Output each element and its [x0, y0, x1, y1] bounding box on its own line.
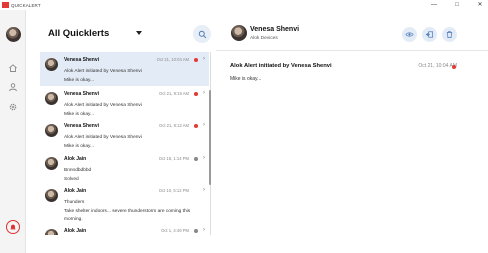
list-item[interactable]: Alok Jain Oct 1, 4:49 PM ›: [40, 223, 209, 235]
list-item-name: Venesa Shenvi: [64, 57, 100, 63]
list-item-preview: Mike is okay...: [64, 112, 95, 117]
list-item-time: Oct 21, 9:19 AM: [158, 91, 189, 96]
detail-group-name: Alok Devices: [250, 36, 278, 41]
list-item-subject: Bnnndbdbbd: [64, 168, 92, 173]
list-item-name: Alok Jain: [64, 188, 87, 194]
avatar: [45, 124, 58, 137]
list-item[interactable]: Venesa Shenvi Oct 21, 9:19 AM › Alok Ale…: [40, 86, 209, 120]
unread-dot: [194, 124, 198, 128]
status-dot: [194, 229, 198, 233]
list-item-time: Oct 21, 10:04 AM: [156, 57, 189, 62]
eye-icon: [405, 32, 414, 37]
minimize-button[interactable]: —: [430, 0, 438, 10]
unread-dot: [194, 92, 198, 96]
unread-dot: [194, 58, 198, 62]
chevron-right-icon: ›: [203, 227, 205, 233]
alert-button[interactable]: [6, 220, 20, 234]
close-button[interactable]: ✕: [476, 0, 484, 10]
list-item-name: Venesa Shenvi: [64, 123, 100, 129]
list-item[interactable]: Venesa Shenvi Oct 21, 10:04 AM › Alok Al…: [40, 52, 209, 86]
chevron-down-icon[interactable]: [136, 31, 142, 35]
user-icon[interactable]: [8, 82, 18, 92]
left-nav-rail: [0, 10, 26, 253]
unread-dot: [452, 65, 456, 69]
chevron-right-icon: ›: [203, 56, 205, 62]
status-dot: [194, 157, 198, 161]
search-button[interactable]: [193, 25, 211, 43]
list-item-subject: Alok Alert initiated by Venesa Shenvi: [64, 103, 142, 108]
avatar: [45, 189, 58, 202]
user-avatar[interactable]: [6, 27, 21, 42]
list-item[interactable]: Alok Jain Oct 10, 5:12 PM › Thunders Tak…: [40, 183, 209, 223]
list-item-preview: Take shelter indoors... severe thunderst…: [64, 209, 191, 214]
gear-icon[interactable]: [8, 102, 18, 112]
list-item-name: Venesa Shenvi: [64, 91, 100, 97]
list-item-preview: Mike is okay...: [64, 144, 95, 149]
list-item-time: Oct 1, 4:49 PM: [161, 228, 189, 233]
list-item-name: Alok Jain: [64, 228, 87, 234]
list-item-time: Oct 10, 5:12 PM: [158, 188, 189, 193]
list-item-time: Oct 18, 1:14 PM: [158, 156, 189, 161]
list-item-preview-cont: morning.: [64, 217, 83, 222]
title-bar: QUICKALERT — □ ✕: [0, 0, 488, 10]
search-icon: [198, 30, 206, 38]
app-title: QUICKALERT: [11, 2, 41, 8]
detail-avatar: [231, 25, 247, 41]
list-item-subject: Thunders: [64, 200, 85, 205]
avatar: [45, 157, 58, 170]
list-item-preview: Solved: [64, 177, 79, 182]
detail-message-title: Alok Alert initiated by Venesa Shenvi: [230, 63, 332, 69]
avatar: [45, 58, 58, 71]
list-header: All Quicklerts: [26, 10, 216, 52]
detail-message-body: Mike is okay...: [230, 76, 262, 82]
reply-icon: [425, 31, 434, 38]
detail-panel: Venesa Shenvi Alok Devices Alok Alert in…: [216, 10, 488, 253]
chevron-right-icon: ›: [203, 155, 205, 161]
delete-button[interactable]: [442, 27, 457, 42]
chevron-right-icon: ›: [203, 187, 205, 193]
list-item[interactable]: Alok Jain Oct 18, 1:14 PM › Bnnndbdbbd S…: [40, 151, 209, 185]
chevron-right-icon: ›: [203, 90, 205, 96]
view-button[interactable]: [402, 27, 417, 42]
list-scrollbar[interactable]: [209, 90, 211, 185]
detail-divider: [216, 50, 488, 51]
list-item[interactable]: Venesa Shenvi Oct 21, 8:12 AM › Alok Ale…: [40, 118, 209, 152]
chevron-right-icon: ›: [203, 122, 205, 128]
alert-list: Venesa Shenvi Oct 21, 10:04 AM › Alok Al…: [40, 52, 211, 235]
trash-icon: [446, 31, 453, 39]
list-item-time: Oct 21, 8:12 AM: [158, 123, 189, 128]
home-icon[interactable]: [8, 63, 18, 73]
detail-sender-name: Venesa Shenvi: [250, 26, 300, 33]
app-window: QUICKALERT — □ ✕ All Quicklerts Venesa S…: [0, 0, 488, 253]
app-logo: [2, 2, 9, 8]
window-controls: — □ ✕: [430, 0, 484, 10]
alert-bell-icon: [10, 224, 16, 230]
list-title: All Quicklerts: [48, 28, 110, 39]
reply-button[interactable]: [422, 27, 437, 42]
list-item-preview: Mike is okay...: [64, 78, 95, 83]
avatar: [45, 229, 58, 235]
avatar: [45, 92, 58, 105]
list-item-subject: Alok Alert initiated by Venesa Shenvi: [64, 69, 142, 74]
list-item-subject: Alok Alert initiated by Venesa Shenvi: [64, 135, 142, 140]
list-item-name: Alok Jain: [64, 156, 87, 162]
maximize-button[interactable]: □: [453, 0, 461, 10]
